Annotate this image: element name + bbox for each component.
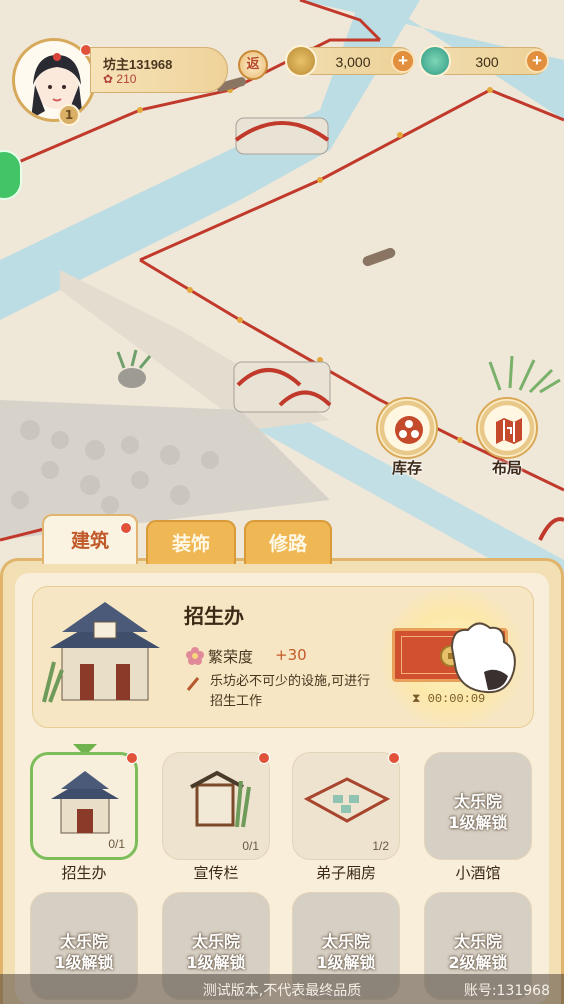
tab-road[interactable]: 修路 xyxy=(244,520,332,564)
layout-map-icon xyxy=(496,418,522,444)
return-button[interactable]: 返 xyxy=(238,50,268,80)
prosperity-value: ✿ 210 xyxy=(103,72,137,86)
tutorial-pointer-hand-icon xyxy=(450,622,516,694)
account-id: 账号:131968 xyxy=(463,983,550,999)
slot-new-dot xyxy=(258,752,270,764)
slot-label: 弟子厢房 xyxy=(315,864,376,882)
copper-coin-counter: 3,000 + xyxy=(285,45,415,77)
inventory-label: 库存 xyxy=(391,459,422,477)
layout-label: 布局 xyxy=(491,459,522,477)
inventory-button[interactable] xyxy=(376,397,438,459)
tab-building-dot xyxy=(120,522,132,534)
admissions-office-icon xyxy=(51,771,119,834)
jade-counter: 300 + xyxy=(419,45,549,77)
copper-coin-value: 3,000 xyxy=(335,54,371,70)
slot-lock-text: 太乐院 2级解锁 xyxy=(448,932,508,972)
prosperity-attr-bonus: +30 xyxy=(275,646,307,664)
brush-icon xyxy=(186,677,200,691)
slot-count: 0/1 xyxy=(108,837,125,851)
player-name: 坊主131968 xyxy=(103,57,173,72)
player-level-badge: 1 xyxy=(58,104,80,126)
tab-decoration-label: 装饰 xyxy=(171,533,210,555)
prosperity-flower-icon xyxy=(186,647,204,665)
building-slot-tavern-locked[interactable]: 太乐院 1级解锁 xyxy=(424,752,532,860)
footer-bar: 测试版本,不代表最终品质 账号:131968 xyxy=(0,974,564,1004)
building-slot-bulletin-board[interactable]: 0/1 xyxy=(162,752,270,860)
slot-count: 0/1 xyxy=(242,839,259,853)
layout-button[interactable] xyxy=(476,397,538,459)
player-info-panel[interactable]: 坊主131968 ✿ 210 xyxy=(90,47,228,93)
build-timer-value: 00:00:09 xyxy=(427,692,486,706)
jade-value: 300 xyxy=(475,54,499,70)
bulletin-board-icon xyxy=(190,770,251,828)
slot-label: 小酒馆 xyxy=(455,864,501,882)
tab-road-label: 修路 xyxy=(268,533,307,555)
slot-new-dot xyxy=(126,752,138,764)
disciple-dorm-icon xyxy=(303,777,391,823)
slot-new-dot xyxy=(388,752,400,764)
building-slot-admissions-office[interactable]: 0/1 xyxy=(30,752,138,860)
tab-decoration[interactable]: 装饰 xyxy=(146,520,236,564)
copper-coin-icon xyxy=(285,45,317,77)
slot-label: 招生办 xyxy=(61,864,107,882)
add-copper-coin-button[interactable]: + xyxy=(391,49,415,73)
slot-lock-text: 太乐院 1级解锁 xyxy=(316,932,376,972)
slot-lock-text: 太乐院 1级解锁 xyxy=(54,932,114,972)
tab-building-label: 建筑 xyxy=(70,530,109,552)
slot-lock-text: 太乐院 1级解锁 xyxy=(186,932,246,972)
slot-count: 1/2 xyxy=(372,839,389,853)
admissions-office-illustration-icon xyxy=(42,602,160,703)
build-timer: ⧗ 00:00:09 xyxy=(412,692,486,706)
building-title: 招生办 xyxy=(184,604,244,628)
jade-icon xyxy=(419,45,451,77)
inventory-icon xyxy=(395,416,423,444)
slot-label: 宣传栏 xyxy=(193,864,239,882)
building-slot-disciple-dorm[interactable]: 1/2 xyxy=(292,752,400,860)
prosperity-attr-label: 繁荣度 xyxy=(208,648,254,666)
building-description: 乐坊必不可少的设施,可进行招生工作 xyxy=(210,674,371,709)
bridge xyxy=(233,361,332,413)
prosperity-number: 210 xyxy=(116,72,137,86)
bridge xyxy=(234,117,330,155)
add-jade-button[interactable]: + xyxy=(525,49,549,73)
slot-lock-text: 太乐院 1级解锁 xyxy=(448,792,508,832)
